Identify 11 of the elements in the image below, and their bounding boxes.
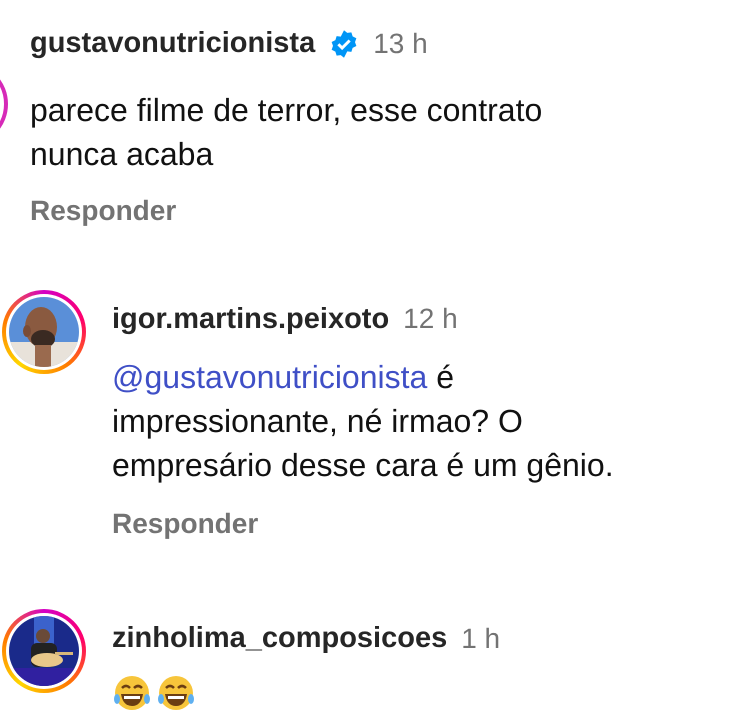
username[interactable]: igor.martins.peixoto: [112, 298, 390, 341]
comment-text: @gustavonutricionista é impressionante, né irmao? O empresário desse cara é um gênio.: [112, 358, 615, 485]
reply-link[interactable]: Responder: [30, 190, 176, 232]
timestamp: 1 h: [461, 622, 500, 656]
comment-text: parece filme de terror, esse contrato nunca acaba: [30, 90, 544, 174]
mention-link[interactable]: @gustavonutricionista: [112, 359, 428, 395]
reply-link[interactable]: Responder: [112, 503, 258, 545]
timestamp: 13 h: [373, 26, 428, 61]
timestamp: 12 h: [403, 302, 458, 336]
username[interactable]: gustavonutricionista: [30, 22, 316, 66]
username[interactable]: zinholima_composicoes: [112, 617, 448, 660]
